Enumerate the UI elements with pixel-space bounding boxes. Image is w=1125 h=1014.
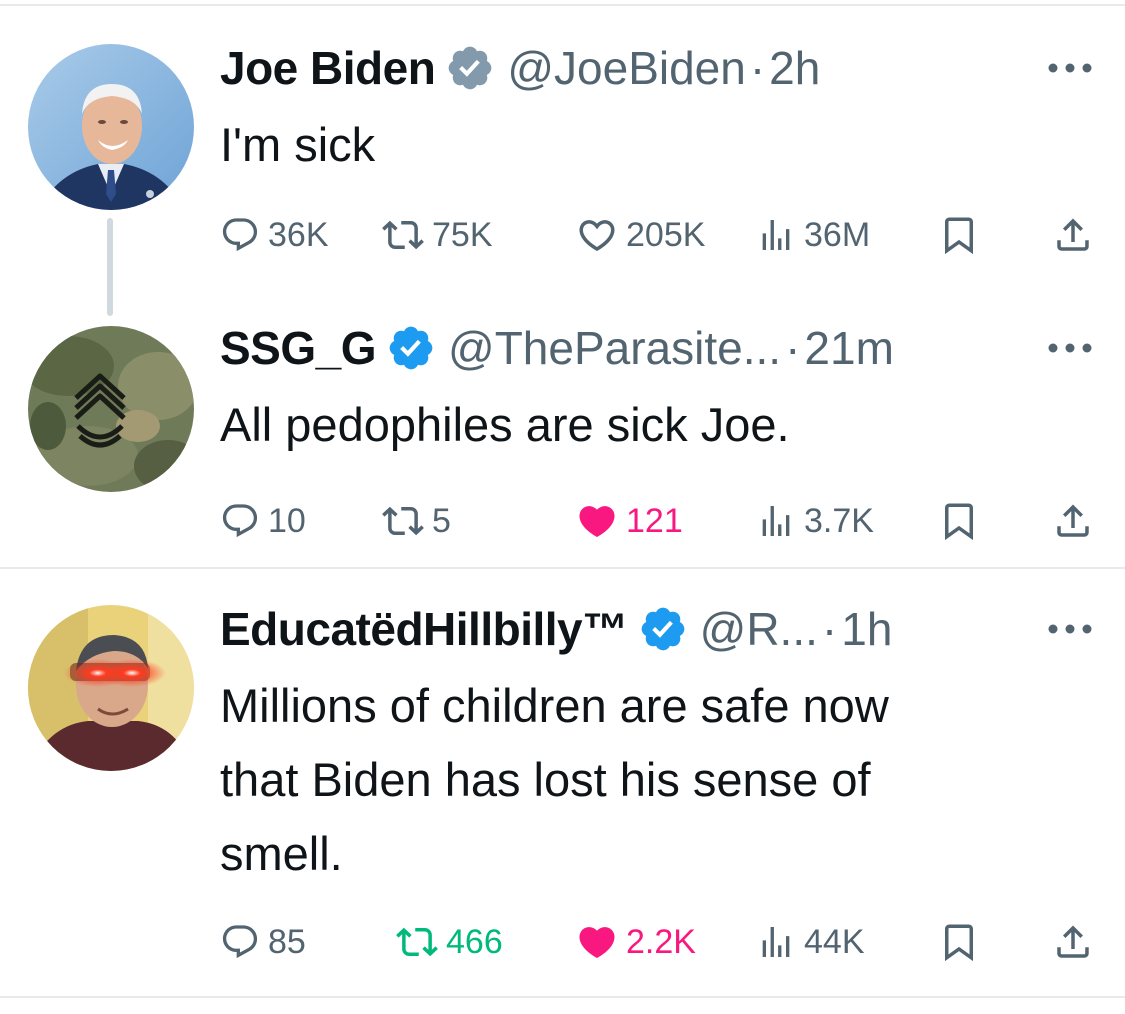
- like-icon: [576, 214, 618, 256]
- share-icon: [1052, 214, 1094, 256]
- action-bar: 85 466 2.2K 44K: [220, 917, 1100, 967]
- action-bar: 10 5 121 3.7K: [220, 496, 1100, 546]
- reply-count: 85: [268, 922, 306, 961]
- like-icon: [576, 921, 618, 963]
- retweet-count: 75K: [432, 215, 493, 254]
- separator-dot: ·: [785, 322, 801, 374]
- retweet-icon: [382, 500, 424, 542]
- view-count: 44K: [804, 922, 865, 961]
- share-button[interactable]: [1052, 496, 1094, 546]
- bookmark-icon: [938, 214, 980, 256]
- bookmark-button[interactable]: [938, 917, 980, 967]
- like-count: 205K: [626, 215, 706, 254]
- view-count: 36M: [804, 215, 871, 254]
- share-icon: [1052, 500, 1094, 542]
- tweet-text: Millions of children are safe now that B…: [220, 669, 1080, 891]
- bookmark-button[interactable]: [938, 210, 980, 260]
- tweet-text-line: that Biden has lost his sense of: [220, 753, 871, 806]
- reply-icon: [220, 501, 260, 541]
- verified-badge-icon[interactable]: [638, 604, 688, 654]
- tweet-header: Joe Biden @JoeBiden · 2h: [220, 40, 820, 96]
- separator-dot: ·: [821, 603, 838, 655]
- timestamp[interactable]: 21m: [804, 321, 893, 375]
- tweet-header: EducatëdHillbilly™ @R... · 1h: [220, 601, 892, 657]
- bookmark-icon: [938, 921, 980, 963]
- avatar-ssg-g[interactable]: [28, 326, 194, 492]
- avatar-joe-biden[interactable]: [28, 44, 194, 210]
- separator-dot: ·: [749, 42, 766, 94]
- retweet-count: 5: [432, 501, 451, 540]
- reply-icon: [220, 215, 260, 255]
- more-icon[interactable]: [1045, 338, 1095, 358]
- view-count: 3.7K: [804, 501, 874, 540]
- bookmark-icon: [938, 500, 980, 542]
- like-button[interactable]: 205K: [576, 210, 705, 260]
- share-button[interactable]: [1052, 917, 1094, 967]
- share-button[interactable]: [1052, 210, 1094, 260]
- views-button[interactable]: 44K: [756, 917, 865, 967]
- retweet-icon: [396, 921, 438, 963]
- like-count: 121: [626, 501, 683, 540]
- display-name[interactable]: Joe Biden: [220, 41, 436, 95]
- like-count: 2.2K: [626, 922, 696, 961]
- tweet-text: All pedophiles are sick Joe.: [220, 398, 790, 451]
- views-icon: [756, 922, 796, 962]
- views-icon: [756, 215, 796, 255]
- more-icon[interactable]: [1045, 58, 1095, 78]
- tweet-header: SSG_G @TheParasite... · 21m: [220, 320, 894, 376]
- reply-count: 10: [268, 501, 306, 540]
- bottom-divider: [0, 996, 1125, 998]
- views-icon: [756, 501, 796, 541]
- avatar-educated-hillbilly[interactable]: [28, 605, 194, 771]
- retweet-count: 466: [446, 922, 503, 961]
- user-handle[interactable]: @R...: [700, 602, 818, 656]
- reply-icon: [220, 922, 260, 962]
- timestamp[interactable]: 1h: [841, 602, 892, 656]
- like-button[interactable]: 2.2K: [576, 917, 696, 967]
- reply-button[interactable]: 85: [220, 917, 306, 967]
- tweet-text-line: Millions of children are safe now: [220, 679, 889, 732]
- like-icon: [576, 500, 618, 542]
- user-handle[interactable]: @JoeBiden: [507, 41, 746, 95]
- share-icon: [1052, 921, 1094, 963]
- tweet-ssg-g[interactable]: SSG_G @TheParasite... · 21m All pedophil…: [0, 290, 1125, 566]
- bookmark-button[interactable]: [938, 496, 980, 546]
- views-button[interactable]: 36M: [756, 210, 870, 260]
- action-bar: 36K 75K 205K 36M: [220, 210, 1100, 260]
- more-icon[interactable]: [1045, 619, 1095, 639]
- verified-badge-icon[interactable]: [386, 323, 436, 373]
- display-name[interactable]: SSG_G: [220, 321, 377, 375]
- display-name[interactable]: EducatëdHillbilly™: [220, 602, 628, 656]
- user-handle[interactable]: @TheParasite...: [448, 321, 781, 375]
- reply-button[interactable]: 10: [220, 496, 306, 546]
- timestamp[interactable]: 2h: [769, 41, 820, 95]
- tweet-educated-hillbilly[interactable]: EducatëdHillbilly™ @R... · 1h Millions o…: [0, 569, 1125, 999]
- retweet-icon: [382, 214, 424, 256]
- tweet-text: I'm sick: [220, 118, 376, 171]
- verified-badge-icon[interactable]: [445, 43, 495, 93]
- like-button[interactable]: 121: [576, 496, 683, 546]
- reply-count: 36K: [268, 215, 329, 254]
- reply-button[interactable]: 36K: [220, 210, 329, 260]
- views-button[interactable]: 3.7K: [756, 496, 874, 546]
- tweet-text-line: smell.: [220, 827, 343, 880]
- retweet-button[interactable]: 5: [382, 496, 451, 546]
- retweet-button[interactable]: 75K: [382, 210, 493, 260]
- tweet-joe-biden[interactable]: Joe Biden @JoeBiden · 2h I'm sick 36K 75…: [0, 0, 1125, 316]
- retweet-button[interactable]: 466: [396, 917, 503, 967]
